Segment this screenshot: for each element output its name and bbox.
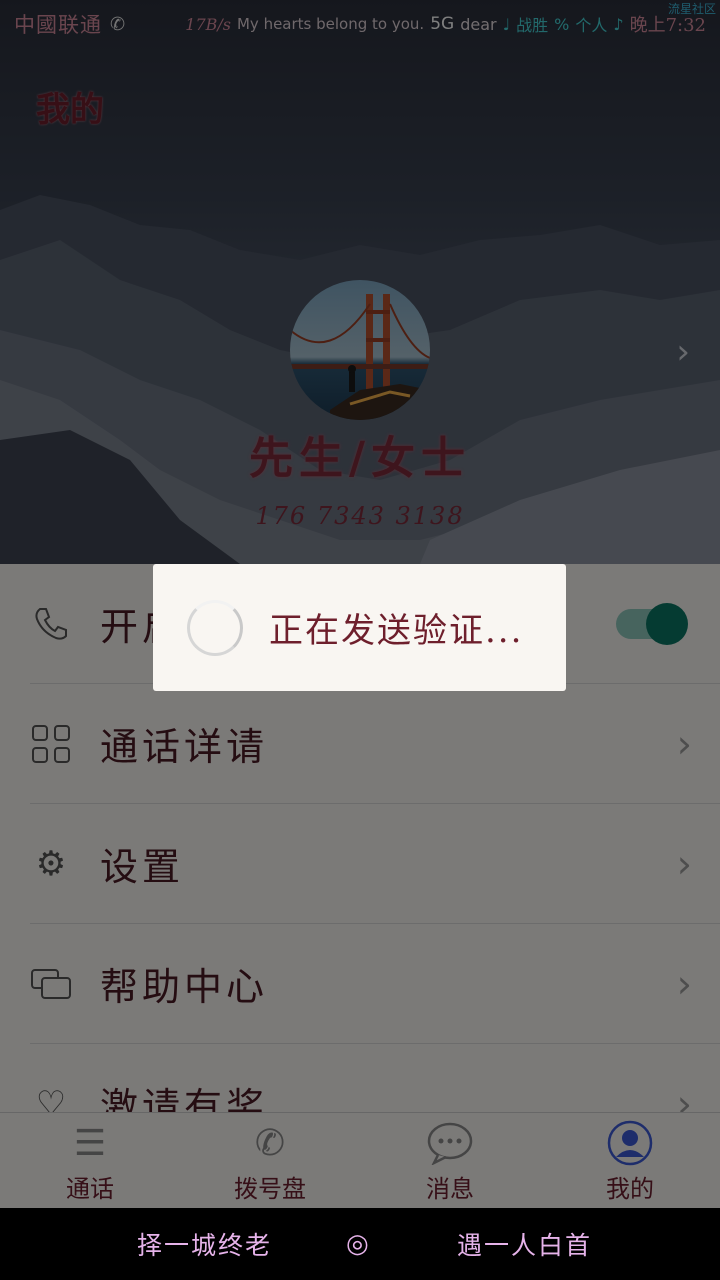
loading-message: 正在发送验证...	[269, 611, 524, 651]
system-nav-bar: 择一城终老 ◎ 遇一人白首	[0, 1208, 720, 1280]
nav-back-button[interactable]: 择一城终老	[137, 1226, 272, 1262]
nav-recent-button[interactable]: 遇一人白首	[457, 1226, 592, 1262]
loading-spinner-icon	[187, 599, 243, 656]
loading-dialog: 正在发送验证...	[153, 564, 566, 691]
nav-home-button[interactable]: ◎	[346, 1229, 369, 1259]
